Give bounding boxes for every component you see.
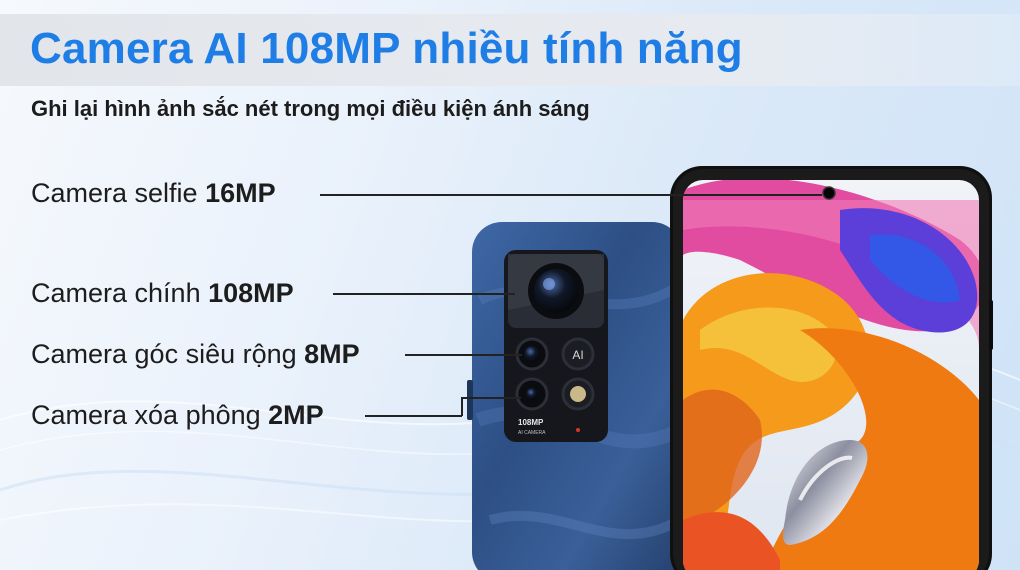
feature-label: Camera xóa phông <box>31 400 269 430</box>
feature-depth-camera: Camera xóa phông 2MP <box>31 400 324 431</box>
feature-label: Camera selfie <box>31 178 206 208</box>
callout-line-depth-h1 <box>365 415 462 417</box>
feature-value: 108MP <box>208 278 294 308</box>
selfie-camera-icon <box>822 186 836 200</box>
feature-ultrawide-camera: Camera góc siêu rộng 8MP <box>31 339 360 370</box>
callout-line-ultrawide <box>405 354 522 356</box>
feature-selfie-camera: Camera selfie 16MP <box>31 178 276 209</box>
camera-module-text-sub: AI CAMERA <box>518 430 546 436</box>
callout-line-selfie <box>320 194 822 196</box>
feature-main-camera: Camera chính 108MP <box>31 278 294 309</box>
callout-line-main <box>333 293 515 295</box>
feature-label: Camera góc siêu rộng <box>31 339 305 369</box>
callout-line-depth-v <box>461 397 463 416</box>
feature-label: Camera chính <box>31 278 209 308</box>
feature-value: 8MP <box>304 339 360 369</box>
feature-value: 2MP <box>268 400 324 430</box>
ai-badge-text: AI <box>572 348 583 362</box>
camera-module-text-main: 108MP <box>518 418 544 427</box>
callout-line-depth-h2 <box>461 397 521 399</box>
main-lens-icon <box>534 269 578 313</box>
phone-front <box>670 166 993 570</box>
feature-value: 16MP <box>205 178 276 208</box>
camera-module: AI 108MP AI CAMERA <box>504 250 608 442</box>
